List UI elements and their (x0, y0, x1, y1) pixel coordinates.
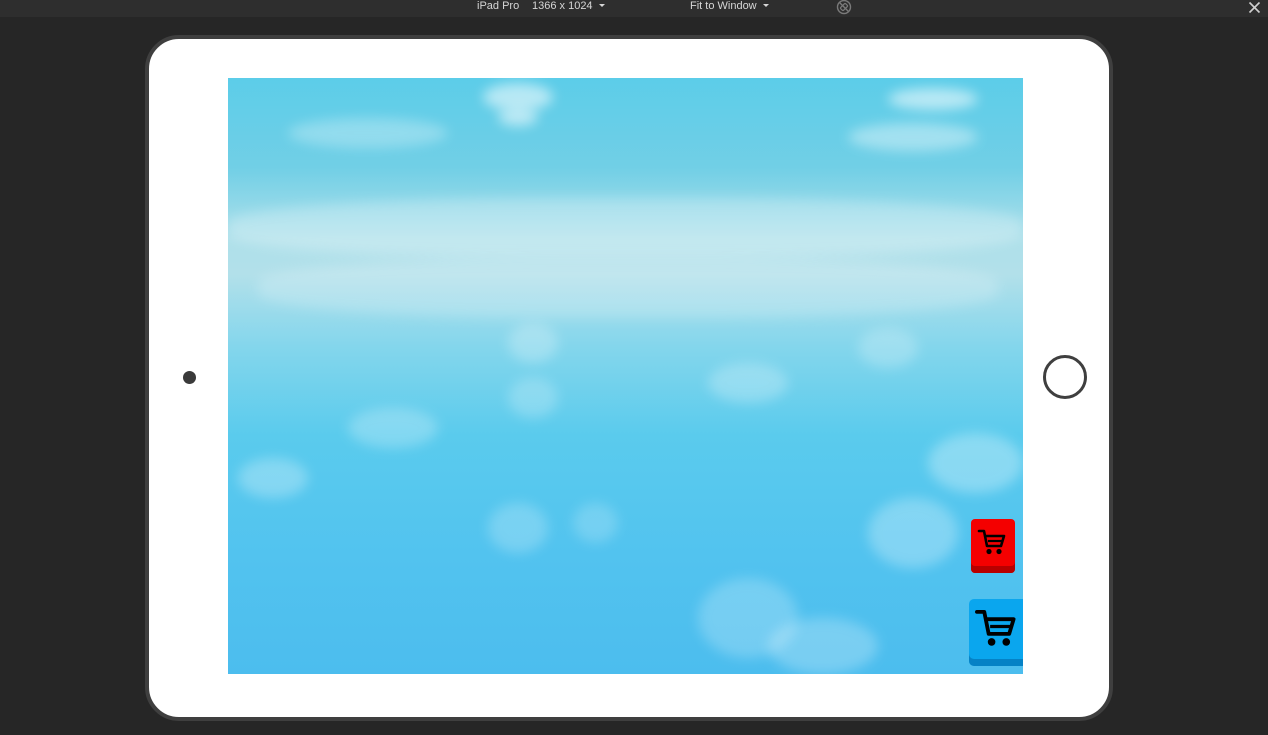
cloud (483, 83, 553, 111)
cart-icon (977, 529, 1006, 555)
haze-band (258, 258, 998, 318)
cloud (488, 503, 548, 553)
emulator-toolbar: iPad Pro 1366 x 1024 Fit to Window (0, 0, 1268, 17)
chevron-down-icon (598, 3, 605, 7)
chevron-down-icon (762, 3, 769, 7)
cart-icon (975, 609, 1016, 646)
close-icon[interactable] (1248, 1, 1261, 14)
cloud (238, 458, 308, 498)
camera-dot (183, 371, 196, 384)
cloud (888, 88, 978, 110)
shop-button-red[interactable] (971, 519, 1015, 573)
zoom-label: Fit to Window (690, 0, 757, 12)
cloud (858, 328, 918, 368)
haze-band (228, 198, 1023, 258)
device-name-label: iPad Pro (477, 0, 520, 12)
game-viewport[interactable] (228, 78, 1023, 674)
cloud (768, 618, 878, 674)
shop-button-blue[interactable] (969, 599, 1023, 666)
cloud (868, 498, 958, 568)
resolution-dropdown[interactable]: 1366 x 1024 (532, 0, 605, 17)
cloud (498, 108, 538, 126)
cloud (708, 363, 788, 403)
cloud (348, 408, 438, 448)
rotate-disabled-icon[interactable] (836, 0, 852, 15)
cloud (508, 378, 558, 418)
home-button[interactable] (1043, 355, 1087, 399)
resolution-label: 1366 x 1024 (532, 0, 593, 12)
zoom-dropdown[interactable]: Fit to Window (690, 0, 769, 17)
cloud (848, 123, 978, 151)
cloud (573, 503, 618, 543)
cloud (288, 118, 448, 148)
cloud (508, 323, 558, 363)
cloud (928, 433, 1023, 493)
